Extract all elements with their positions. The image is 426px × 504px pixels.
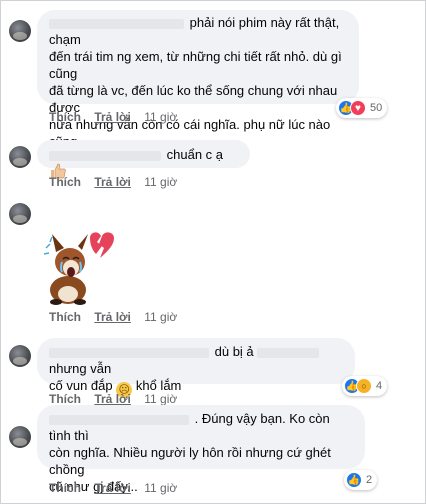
like-link[interactable]: Thích	[49, 110, 81, 124]
redacted-text	[257, 347, 320, 358]
timestamp[interactable]: 11 giờ	[144, 310, 177, 324]
comment-text: khổ lắm	[135, 378, 182, 393]
commenter-name[interactable]	[49, 18, 184, 29]
commenter-name[interactable]	[49, 347, 209, 358]
like-link[interactable]: Thích	[49, 392, 81, 406]
reaction-summary[interactable]: 👍 ♥ 50	[336, 98, 388, 118]
like-link[interactable]: Thích	[49, 175, 81, 189]
comment-text-line: còn nghĩa. Nhiều người ly hôn rồi nhưng …	[49, 445, 331, 477]
comment-text-line: đến trái tim ng xem, từ những chi tiết r…	[49, 49, 342, 81]
comment-bubble: dù bị ả nhưng vẫn cố vun đắp ☹ khổ lắm	[37, 338, 355, 398]
avatar[interactable]	[9, 345, 31, 367]
comment-actions: Thích Trả lời 11 giờ	[49, 175, 187, 189]
commenter-name[interactable]	[49, 414, 189, 425]
commenter-name[interactable]	[49, 150, 161, 161]
reply-link[interactable]: Trả lời	[94, 392, 131, 406]
comment-text: chuẩn c ạ	[166, 147, 223, 162]
comment-text: dù bị ả	[214, 344, 254, 359]
reaction-count: 50	[370, 102, 383, 114]
timestamp[interactable]: 11 giờ	[144, 175, 177, 189]
reply-link[interactable]: Trả lời	[94, 175, 131, 189]
reply-link[interactable]: Trả lời	[94, 110, 131, 124]
timestamp[interactable]: 11 giờ	[144, 110, 177, 124]
comment-actions: Thích Trả lời 11 giờ	[49, 481, 187, 495]
like-link[interactable]: Thích	[49, 481, 81, 495]
heartbreak-dog-sticker	[43, 232, 114, 305]
timestamp[interactable]: 11 giờ	[144, 481, 177, 495]
reply-link[interactable]: Trả lời	[94, 310, 131, 324]
comment-bubble: . Đúng vậy bạn. Ko còn tình thì còn nghĩ…	[37, 405, 365, 494]
avatar[interactable]	[9, 426, 31, 448]
like-link[interactable]: Thích	[49, 310, 81, 324]
like-icon: 👍	[346, 472, 362, 488]
reaction-count: 4	[376, 380, 383, 392]
avatar[interactable]	[9, 20, 31, 42]
comment-actions: Thích Trả lời 11 giờ	[49, 110, 187, 124]
reaction-summary[interactable]: 👍 ○ 4	[342, 376, 388, 396]
comment-actions: Thích Trả lời 11 giờ	[49, 392, 187, 406]
comment-text: nhưng vẫn	[49, 361, 112, 376]
avatar[interactable]	[9, 146, 31, 168]
comment-text: cố vun đắp	[49, 378, 113, 393]
comment-bubble: chuẩn c ạ	[37, 140, 250, 179]
timestamp[interactable]: 11 giờ	[144, 392, 177, 406]
reaction-count: 2	[366, 474, 373, 486]
comment-bubble: phải nói phim này rất thật, chạm đến trá…	[37, 10, 359, 166]
reply-link[interactable]: Trả lời	[94, 481, 131, 495]
comment-actions: Thích Trả lời 11 giờ	[49, 310, 187, 324]
love-icon: ♥	[350, 100, 366, 116]
wow-icon: ○	[356, 378, 372, 394]
reaction-summary[interactable]: 👍 2	[344, 470, 378, 490]
avatar[interactable]	[9, 203, 31, 225]
